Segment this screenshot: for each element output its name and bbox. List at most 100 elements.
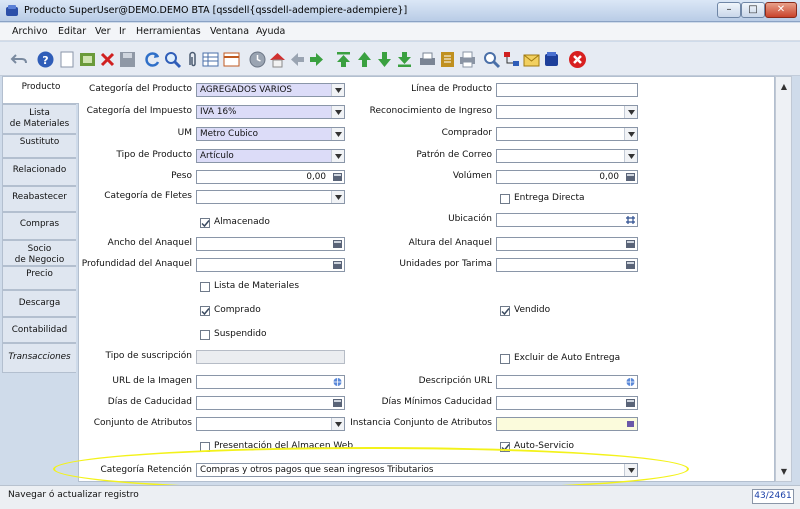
print-icon[interactable] [458,50,477,69]
chevron-down-icon[interactable] [624,106,637,118]
shelf-depth-input[interactable] [196,258,345,272]
product-type-select[interactable]: Artículo [196,149,345,163]
tab-lista-de-materiales[interactable]: Lista de Materiales [2,104,76,134]
globe-icon[interactable] [625,377,636,387]
tab-producto[interactable]: Producto [2,76,79,104]
volume-input[interactable]: 0,00 [496,170,638,184]
menu-archivo[interactable]: Archivo [12,26,48,37]
calculator-icon[interactable] [332,260,343,270]
chevron-down-icon[interactable] [331,128,344,140]
chevron-down-icon[interactable] [331,106,344,118]
tax-category-select[interactable]: IVA 16% [196,105,345,119]
image-url-input[interactable] [196,375,345,389]
attribute-set-select[interactable] [196,417,345,431]
calculator-icon[interactable] [332,398,343,408]
menu-ventana[interactable]: Ventana [210,26,249,37]
attribute-icon[interactable] [625,419,636,429]
grid-toggle-icon[interactable] [201,50,220,69]
history-icon[interactable] [222,50,241,69]
menu-ver[interactable]: Ver [95,26,111,37]
workflow-icon[interactable] [502,50,521,69]
min-guarantee-days-input[interactable] [496,396,638,410]
chevron-down-icon[interactable] [624,150,637,162]
request-icon[interactable] [522,50,541,69]
zoom-across-icon[interactable] [482,50,501,69]
tab-relacionado[interactable]: Relacionado [2,158,76,186]
new-record-icon[interactable] [58,50,77,69]
bom-checkbox[interactable] [200,282,210,292]
shelf-height-input[interactable] [496,237,638,251]
sold-checkbox[interactable] [500,306,510,316]
close-window-icon[interactable] [568,50,587,69]
discontinued-checkbox[interactable] [200,330,210,340]
subscription-type-field[interactable] [196,350,345,364]
tab-sustituto[interactable]: Sustituto [2,134,76,158]
units-per-pallet-input[interactable] [496,258,638,272]
freight-category-select[interactable] [196,190,345,204]
tab-compras[interactable]: Compras [2,212,76,240]
attachment-icon[interactable] [183,50,202,69]
last-record-icon[interactable] [395,50,414,69]
drop-ship-checkbox[interactable] [500,194,510,204]
locator-icon[interactable] [625,215,636,225]
minimize-button[interactable]: – [717,2,741,18]
revenue-recognition-select[interactable] [496,105,638,119]
calculator-icon[interactable] [625,398,636,408]
product-line-input[interactable] [496,83,638,97]
chevron-down-icon[interactable] [331,84,344,96]
globe-icon[interactable] [332,377,343,387]
weight-input[interactable]: 0,00 [196,170,345,184]
tab-transacciones[interactable]: Transacciones [2,343,76,373]
exclude-auto-delivery-checkbox[interactable] [500,354,510,364]
calculator-icon[interactable] [625,260,636,270]
delete-icon[interactable] [98,50,117,69]
forward-icon[interactable] [307,50,326,69]
first-record-icon[interactable] [334,50,353,69]
calculator-icon[interactable] [332,172,343,182]
tab-descarga[interactable]: Descarga [2,290,76,317]
back-icon[interactable] [288,50,307,69]
find-icon[interactable] [163,50,182,69]
description-url-input[interactable] [496,375,638,389]
chevron-down-icon[interactable] [331,150,344,162]
scroll-up-icon[interactable]: ▲ [778,80,790,92]
next-record-icon[interactable] [375,50,394,69]
archive-icon[interactable] [438,50,457,69]
stocked-checkbox[interactable] [200,218,210,228]
tab-contabilidad[interactable]: Contabilidad [2,317,76,343]
scroll-down-icon[interactable]: ▼ [778,465,790,477]
chevron-down-icon[interactable] [624,128,637,140]
tab-precio[interactable]: Precio [2,266,76,290]
calculator-icon[interactable] [625,172,636,182]
guarantee-days-input[interactable] [196,396,345,410]
menu-herramientas[interactable]: Herramientas [136,26,201,37]
calculator-icon[interactable] [625,239,636,249]
previous-record-icon[interactable] [355,50,374,69]
menu-editar[interactable]: Editar [58,26,86,37]
maximize-button[interactable]: □ [741,2,765,18]
record-count[interactable]: 43/2461 [752,489,794,504]
close-window-button[interactable]: ✕ [765,2,797,18]
tab-socio-de-negocio[interactable]: Socio de Negocio [2,240,76,266]
save-icon[interactable] [118,50,137,69]
tab-reabastecer[interactable]: Reabastecer [2,186,76,212]
attribute-instance-input[interactable] [496,417,638,431]
vertical-scrollbar[interactable]: ▲ ▼ [775,76,792,482]
report-icon[interactable] [418,50,437,69]
refresh-icon[interactable] [143,50,162,69]
chevron-down-icon[interactable] [331,191,344,203]
copy-record-icon[interactable] [78,50,97,69]
clock-icon[interactable] [248,50,267,69]
product-info-icon[interactable] [542,50,561,69]
shelf-width-input[interactable] [196,237,345,251]
uom-select[interactable]: Metro Cubico [196,127,345,141]
buyer-select[interactable] [496,127,638,141]
help-icon[interactable]: ? [36,50,55,69]
mail-template-select[interactable] [496,149,638,163]
menu-ayuda[interactable]: Ayuda [256,26,285,37]
product-category-select[interactable]: AGREGADOS VARIOS [196,83,345,97]
locator-input[interactable] [496,213,638,227]
calculator-icon[interactable] [332,239,343,249]
home-icon[interactable] [268,50,287,69]
undo-icon[interactable] [10,50,29,69]
